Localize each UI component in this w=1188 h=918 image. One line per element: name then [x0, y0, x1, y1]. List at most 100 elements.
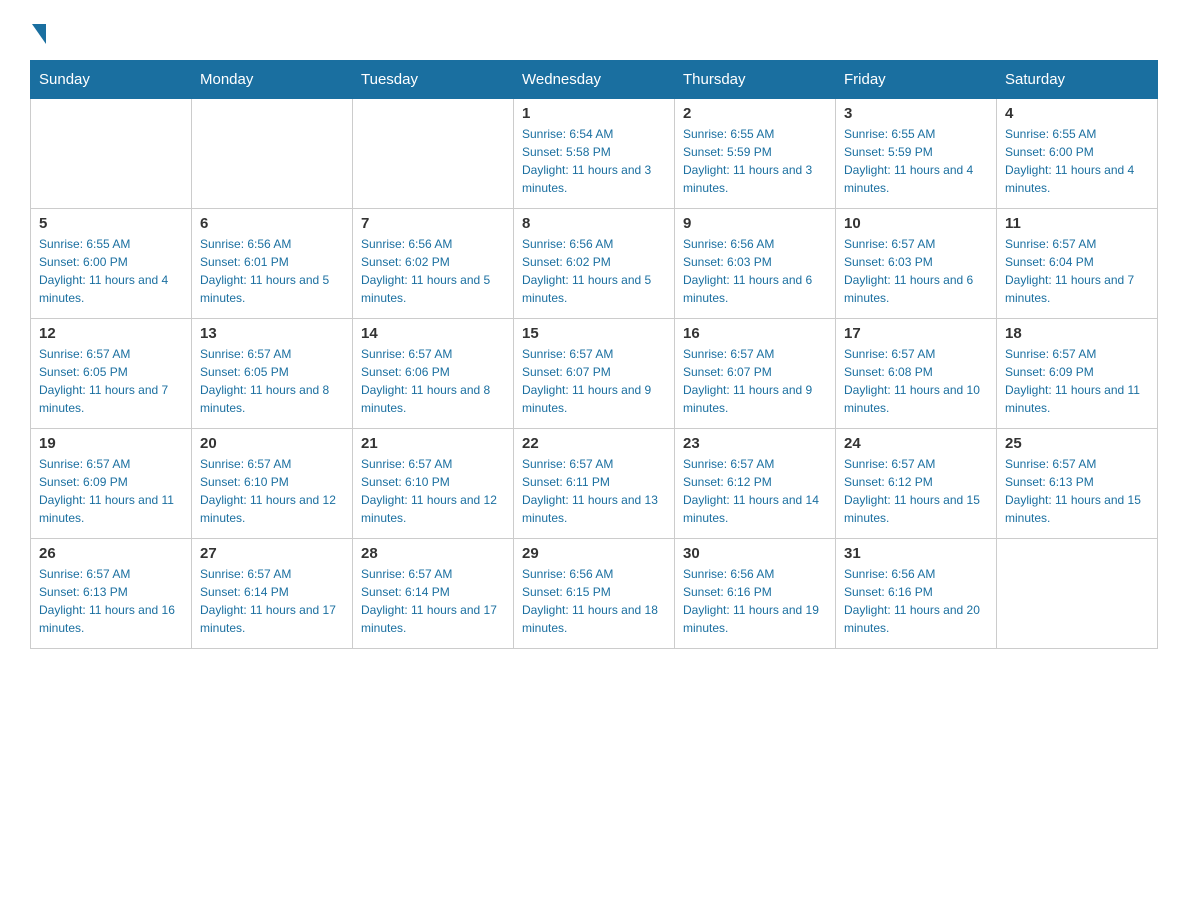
calendar-cell: 24 Sunrise: 6:57 AM Sunset: 6:12 PM Dayli…: [836, 429, 997, 539]
calendar-cell: 8 Sunrise: 6:56 AM Sunset: 6:02 PM Daylig…: [514, 209, 675, 319]
day-info: Sunrise: 6:56 AM Sunset: 6:02 PM Dayligh…: [361, 235, 505, 307]
day-info: Sunrise: 6:57 AM Sunset: 6:12 PM Dayligh…: [844, 455, 988, 527]
calendar-cell: 16Sunrise: 6:57 AM Sunset: 6:07 PM Dayli…: [675, 319, 836, 429]
calendar-week-row: 12Sunrise: 6:57 AM Sunset: 6:05 PM Dayli…: [31, 319, 1158, 429]
calendar-cell: 2 Sunrise: 6:55 AM Sunset: 5:59 PM Daylig…: [675, 99, 836, 209]
calendar-cell: [31, 99, 192, 209]
calendar-week-row: 5 Sunrise: 6:55 AM Sunset: 6:00 PM Daylig…: [31, 209, 1158, 319]
day-info: Sunrise: 6:57 AM Sunset: 6:03 PM Dayligh…: [844, 235, 988, 307]
weekday-header-wednesday: Wednesday: [514, 61, 675, 99]
weekday-header-saturday: Saturday: [997, 61, 1158, 99]
day-number: 16: [683, 325, 827, 342]
day-info: Sunrise: 6:56 AM Sunset: 6:01 PM Dayligh…: [200, 235, 344, 307]
calendar-cell: [997, 539, 1158, 649]
day-number: 27: [200, 545, 344, 562]
day-number: 13: [200, 325, 344, 342]
day-number: 1: [522, 105, 666, 122]
calendar-cell: 30 Sunrise: 6:56 AM Sunset: 6:16 PM Dayli…: [675, 539, 836, 649]
calendar-cell: 11 Sunrise: 6:57 AM Sunset: 6:04 PM Dayli…: [997, 209, 1158, 319]
day-number: 24: [844, 435, 988, 452]
day-number: 4: [1005, 105, 1149, 122]
day-number: 11: [1005, 215, 1149, 232]
logo-arrow-icon: [32, 24, 46, 44]
calendar-cell: 6 Sunrise: 6:56 AM Sunset: 6:01 PM Daylig…: [192, 209, 353, 319]
calendar-cell: 19 Sunrise: 6:57 AM Sunset: 6:09 PM Dayli…: [31, 429, 192, 539]
page-header: [30, 20, 1158, 44]
calendar-cell: 5 Sunrise: 6:55 AM Sunset: 6:00 PM Daylig…: [31, 209, 192, 319]
calendar-cell: 17 Sunrise: 6:57 AM Sunset: 6:08 PM Dayli…: [836, 319, 997, 429]
day-number: 25: [1005, 435, 1149, 452]
day-number: 20: [200, 435, 344, 452]
day-info: Sunrise: 6:57 AM Sunset: 6:13 PM Dayligh…: [39, 565, 183, 637]
day-info: Sunrise: 6:57 AM Sunset: 6:05 PM Dayligh…: [200, 345, 344, 417]
day-info: Sunrise: 6:57 AM Sunset: 6:06 PM Dayligh…: [361, 345, 505, 417]
day-number: 15: [522, 325, 666, 342]
day-number: 21: [361, 435, 505, 452]
logo: [30, 20, 46, 44]
day-info: Sunrise: 6:57 AM Sunset: 6:10 PM Dayligh…: [361, 455, 505, 527]
weekday-header-friday: Friday: [836, 61, 997, 99]
day-number: 10: [844, 215, 988, 232]
calendar-cell: 20 Sunrise: 6:57 AM Sunset: 6:10 PM Dayli…: [192, 429, 353, 539]
calendar-cell: 22 Sunrise: 6:57 AM Sunset: 6:11 PM Dayli…: [514, 429, 675, 539]
day-info: Sunrise: 6:57 AM Sunset: 6:09 PM Dayligh…: [39, 455, 183, 527]
calendar-cell: 15 Sunrise: 6:57 AM Sunset: 6:07 PM Dayli…: [514, 319, 675, 429]
calendar-cell: 31Sunrise: 6:56 AM Sunset: 6:16 PM Dayli…: [836, 539, 997, 649]
day-number: 26: [39, 545, 183, 562]
calendar-cell: 9 Sunrise: 6:56 AM Sunset: 6:03 PM Daylig…: [675, 209, 836, 319]
day-info: Sunrise: 6:55 AM Sunset: 5:59 PM Dayligh…: [844, 125, 988, 197]
day-info: Sunrise: 6:55 AM Sunset: 6:00 PM Dayligh…: [39, 235, 183, 307]
day-info: Sunrise: 6:56 AM Sunset: 6:02 PM Dayligh…: [522, 235, 666, 307]
calendar-cell: 7 Sunrise: 6:56 AM Sunset: 6:02 PM Daylig…: [353, 209, 514, 319]
day-info: Sunrise: 6:57 AM Sunset: 6:10 PM Dayligh…: [200, 455, 344, 527]
day-number: 8: [522, 215, 666, 232]
calendar-cell: 4Sunrise: 6:55 AM Sunset: 6:00 PM Daylig…: [997, 99, 1158, 209]
weekday-header-monday: Monday: [192, 61, 353, 99]
day-info: Sunrise: 6:57 AM Sunset: 6:05 PM Dayligh…: [39, 345, 183, 417]
calendar-cell: 25 Sunrise: 6:57 AM Sunset: 6:13 PM Dayli…: [997, 429, 1158, 539]
weekday-header-tuesday: Tuesday: [353, 61, 514, 99]
day-info: Sunrise: 6:56 AM Sunset: 6:16 PM Dayligh…: [844, 565, 988, 637]
day-info: Sunrise: 6:56 AM Sunset: 6:16 PM Dayligh…: [683, 565, 827, 637]
day-info: Sunrise: 6:56 AM Sunset: 6:03 PM Dayligh…: [683, 235, 827, 307]
day-number: 18: [1005, 325, 1149, 342]
day-number: 14: [361, 325, 505, 342]
calendar-cell: 18 Sunrise: 6:57 AM Sunset: 6:09 PM Dayli…: [997, 319, 1158, 429]
day-info: Sunrise: 6:56 AM Sunset: 6:15 PM Dayligh…: [522, 565, 666, 637]
day-info: Sunrise: 6:57 AM Sunset: 6:04 PM Dayligh…: [1005, 235, 1149, 307]
day-info: Sunrise: 6:57 AM Sunset: 6:07 PM Dayligh…: [522, 345, 666, 417]
day-info: Sunrise: 6:57 AM Sunset: 6:13 PM Dayligh…: [1005, 455, 1149, 527]
calendar-week-row: 1 Sunrise: 6:54 AM Sunset: 5:58 PM Daylig…: [31, 99, 1158, 209]
calendar-cell: 23Sunrise: 6:57 AM Sunset: 6:12 PM Dayli…: [675, 429, 836, 539]
day-number: 29: [522, 545, 666, 562]
weekday-header-row: SundayMondayTuesdayWednesdayThursdayFrid…: [31, 61, 1158, 99]
day-number: 19: [39, 435, 183, 452]
day-info: Sunrise: 6:57 AM Sunset: 6:11 PM Dayligh…: [522, 455, 666, 527]
day-number: 22: [522, 435, 666, 452]
calendar-cell: 14 Sunrise: 6:57 AM Sunset: 6:06 PM Dayli…: [353, 319, 514, 429]
day-number: 28: [361, 545, 505, 562]
calendar-cell: 12Sunrise: 6:57 AM Sunset: 6:05 PM Dayli…: [31, 319, 192, 429]
day-info: Sunrise: 6:54 AM Sunset: 5:58 PM Dayligh…: [522, 125, 666, 197]
day-number: 9: [683, 215, 827, 232]
weekday-header-thursday: Thursday: [675, 61, 836, 99]
day-info: Sunrise: 6:57 AM Sunset: 6:12 PM Dayligh…: [683, 455, 827, 527]
calendar-cell: 13 Sunrise: 6:57 AM Sunset: 6:05 PM Dayli…: [192, 319, 353, 429]
calendar-week-row: 19 Sunrise: 6:57 AM Sunset: 6:09 PM Dayli…: [31, 429, 1158, 539]
calendar-week-row: 26 Sunrise: 6:57 AM Sunset: 6:13 PM Dayli…: [31, 539, 1158, 649]
day-number: 2: [683, 105, 827, 122]
day-info: Sunrise: 6:57 AM Sunset: 6:08 PM Dayligh…: [844, 345, 988, 417]
day-info: Sunrise: 6:55 AM Sunset: 5:59 PM Dayligh…: [683, 125, 827, 197]
day-number: 17: [844, 325, 988, 342]
day-number: 30: [683, 545, 827, 562]
day-number: 5: [39, 215, 183, 232]
calendar-cell: 26 Sunrise: 6:57 AM Sunset: 6:13 PM Dayli…: [31, 539, 192, 649]
day-info: Sunrise: 6:57 AM Sunset: 6:14 PM Dayligh…: [200, 565, 344, 637]
day-number: 6: [200, 215, 344, 232]
day-number: 7: [361, 215, 505, 232]
day-info: Sunrise: 6:57 AM Sunset: 6:09 PM Dayligh…: [1005, 345, 1149, 417]
calendar-cell: 28 Sunrise: 6:57 AM Sunset: 6:14 PM Dayli…: [353, 539, 514, 649]
day-info: Sunrise: 6:57 AM Sunset: 6:14 PM Dayligh…: [361, 565, 505, 637]
calendar-cell: 29 Sunrise: 6:56 AM Sunset: 6:15 PM Dayli…: [514, 539, 675, 649]
calendar-cell: 21 Sunrise: 6:57 AM Sunset: 6:10 PM Dayli…: [353, 429, 514, 539]
